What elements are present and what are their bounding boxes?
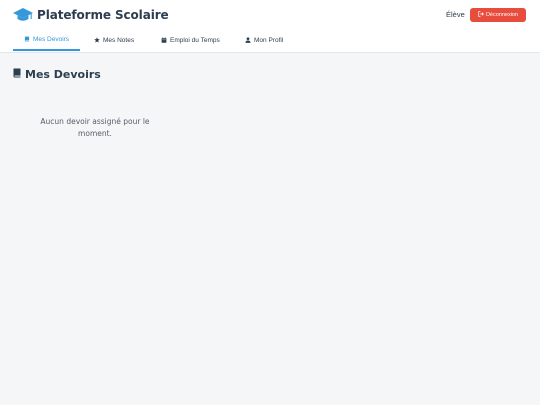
tab-label: Mon Profil xyxy=(254,37,284,44)
star-icon xyxy=(94,36,100,45)
app-header: Plateforme Scolaire Élève Déconnexion xyxy=(0,0,540,30)
page-title: Mes Devoirs xyxy=(13,67,101,81)
user-icon xyxy=(245,36,251,45)
tab-label: Emploi du Temps xyxy=(170,37,220,44)
brand[interactable]: Plateforme Scolaire xyxy=(13,5,169,25)
tab-mon-profil[interactable]: Mon Profil xyxy=(245,30,283,51)
calendar-icon xyxy=(161,36,167,45)
book-icon xyxy=(13,65,21,83)
logout-button[interactable]: Déconnexion xyxy=(470,8,526,22)
tab-mes-devoirs[interactable]: Mes Devoirs xyxy=(13,30,80,51)
empty-state-message: Aucun devoir assigné pour le moment. xyxy=(40,117,150,138)
tab-label: Mes Devoirs xyxy=(32,36,70,43)
tab-emploi-du-temps[interactable]: Emploi du Temps xyxy=(161,30,220,51)
user-role: Élève xyxy=(446,10,465,19)
page-title-text: Mes Devoirs xyxy=(25,67,101,81)
logout-label: Déconnexion xyxy=(485,12,519,18)
logout-icon xyxy=(478,11,484,19)
main-nav: Mes Devoirs Mes Notes Emploi du Temps Mo… xyxy=(0,30,540,53)
tab-label: Mes Notes xyxy=(103,37,135,44)
app-title: Plateforme Scolaire xyxy=(37,8,169,22)
tab-mes-notes[interactable]: Mes Notes xyxy=(94,30,134,51)
graduation-cap-icon xyxy=(13,7,33,23)
book-icon xyxy=(24,36,30,44)
